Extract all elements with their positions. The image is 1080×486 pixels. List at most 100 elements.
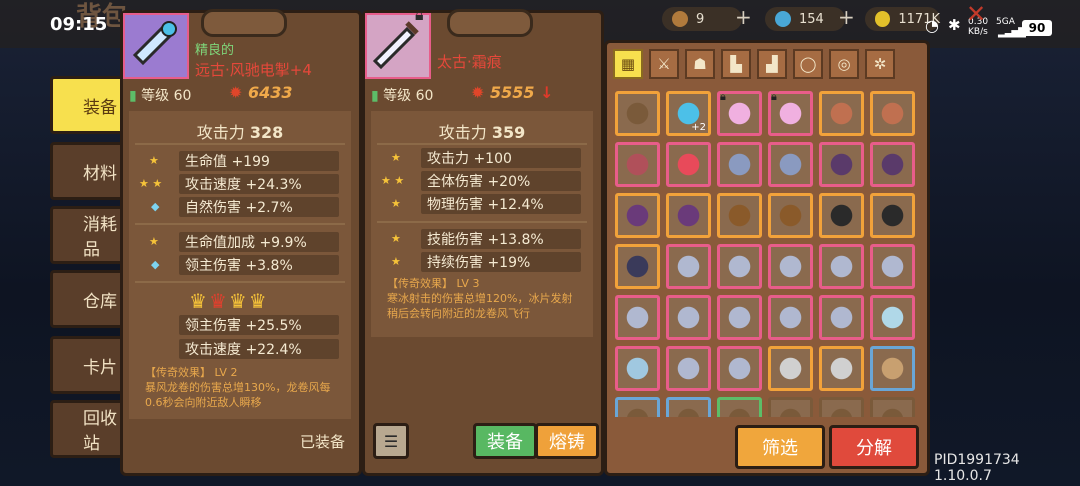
inventory-slot[interactable] <box>870 397 915 417</box>
inventory-slot[interactable] <box>717 244 762 289</box>
inventory-slot[interactable] <box>615 193 660 238</box>
inventory-slot[interactable] <box>870 244 915 289</box>
inventory-slot[interactable] <box>819 295 864 340</box>
tab-materials[interactable]: 材料 <box>50 142 130 200</box>
tab-warehouse[interactable]: 仓库 <box>50 270 130 328</box>
tab-armor[interactable]: ▙ <box>721 49 751 79</box>
decompose-button[interactable]: 分解 <box>829 425 919 469</box>
list-icon: ☰ <box>383 431 399 451</box>
inventory-slot[interactable] <box>819 397 864 417</box>
compare-item-stats-panel: 攻击力 359 ★ 攻击力 +100 ★ ★ 全体伤害 +20% ★ 物理伤害 … <box>371 111 593 337</box>
tab-recycle[interactable]: 回收站 <box>50 400 130 458</box>
compare-item-level-label: 等级 60 <box>383 88 434 104</box>
filter-button[interactable]: 筛选 <box>735 425 825 469</box>
equipped-item-stats-panel: 攻击力 328 ★ 生命值 +199 ★ ★ 攻击速度 +24.3% ◆ 自然伤… <box>129 111 351 419</box>
inventory-slot[interactable]: +2 <box>666 91 711 136</box>
fire-icon: ✹ <box>229 83 243 102</box>
tab-necklace[interactable]: ◎ <box>829 49 859 79</box>
inventory-slot[interactable] <box>717 346 762 391</box>
equipped-item-power-value: 6433 <box>247 83 293 102</box>
inventory-slot[interactable] <box>717 295 762 340</box>
equipped-item-level: ▮ 等级 60 <box>129 85 191 105</box>
inventory-slot[interactable] <box>768 193 813 238</box>
inventory-slot[interactable] <box>615 91 660 136</box>
inventory-slot[interactable] <box>717 142 762 187</box>
bookmark-icon: ▮ <box>129 88 137 104</box>
inventory-slot[interactable] <box>819 244 864 289</box>
tab-sword[interactable]: ⚔ <box>649 49 679 79</box>
inventory-slot[interactable] <box>768 397 813 417</box>
inventory-slot[interactable] <box>666 346 711 391</box>
stat-row: 生命值加成 +9.9% <box>179 232 339 252</box>
equipped-status: 已装备 <box>299 433 345 451</box>
divider <box>135 223 345 225</box>
coin-icon <box>875 11 891 27</box>
inventory-slot[interactable]: 🔒︎ <box>717 91 762 136</box>
inventory-slot[interactable] <box>819 142 864 187</box>
inventory-panel: ▦ ⚔ ☗ ▙ ▟ ◯ ◎ ✲ +2 🔒︎ 🔒︎ 筛选 分解 <box>604 40 930 476</box>
compare-item-name: 太古·霜痕 <box>437 53 502 71</box>
close-icon[interactable]: ✕ <box>966 0 986 28</box>
stat-row: 攻击速度 +24.3% <box>179 174 339 194</box>
inventory-slot[interactable] <box>870 142 915 187</box>
inventory-slot[interactable] <box>768 244 813 289</box>
lock-icon: 🔒︎ <box>415 5 424 24</box>
legendary-effect-text: 寒冰射击的伤害总增120%，冰片发射稍后会转向附近的龙卷风飞行 <box>387 292 573 320</box>
inventory-slot[interactable] <box>666 193 711 238</box>
tab-ring[interactable]: ◯ <box>793 49 823 79</box>
inventory-slot[interactable] <box>615 244 660 289</box>
inventory-slot[interactable] <box>666 295 711 340</box>
inventory-slot[interactable] <box>615 397 660 417</box>
compare-item-main-stat: 攻击力 359 <box>371 119 593 143</box>
weapon-slot-sword-icon <box>201 9 287 37</box>
inventory-slot[interactable] <box>615 142 660 187</box>
tab-equipment[interactable]: 装备 <box>50 76 130 134</box>
compare-item-card: 🔒︎ 太古·霜痕 ▮ 等级 60 ✹ 5555 ↓ 攻击力 359 ★ 攻击力 … <box>362 5 604 476</box>
stat-row: 持续伤害 +19% <box>421 252 581 272</box>
tab-cards[interactable]: 卡片 <box>50 336 130 394</box>
tab-materials-label: 材料 <box>83 163 117 184</box>
inventory-slot[interactable] <box>615 346 660 391</box>
inventory-slot[interactable] <box>870 193 915 238</box>
inventory-slot[interactable] <box>615 295 660 340</box>
gear-icon: ✲ <box>873 55 887 73</box>
inventory-slot[interactable] <box>768 346 813 391</box>
tab-consumables[interactable]: 消耗品 <box>50 206 130 264</box>
stat-stars: ★ <box>149 154 159 167</box>
helmet-icon: ☗ <box>693 55 707 73</box>
add-gem-button[interactable]: + <box>838 5 855 29</box>
inventory-slot[interactable] <box>717 397 762 417</box>
forge-button[interactable]: 熔铸 <box>535 423 599 459</box>
inventory-slot[interactable] <box>819 193 864 238</box>
list-button[interactable]: ☰ <box>373 423 409 459</box>
inventory-slot[interactable] <box>870 295 915 340</box>
inventory-slot[interactable] <box>870 346 915 391</box>
inventory-slot[interactable] <box>717 193 762 238</box>
stat-row: 技能伤害 +13.8% <box>421 229 581 249</box>
equip-button[interactable]: 装备 <box>473 423 537 459</box>
inventory-slot[interactable] <box>819 346 864 391</box>
inventory-slot[interactable]: 🔒︎ <box>768 91 813 136</box>
inventory-slot[interactable] <box>666 142 711 187</box>
tab-helmet[interactable]: ☗ <box>685 49 715 79</box>
tab-grid[interactable]: ▦ <box>613 49 643 79</box>
inventory-slot[interactable] <box>666 244 711 289</box>
inventory-slot[interactable] <box>819 91 864 136</box>
tab-boots[interactable]: ▟ <box>757 49 787 79</box>
necklace-icon: ◎ <box>837 55 851 73</box>
inventory-slot[interactable] <box>870 91 915 136</box>
boots-icon: ▟ <box>766 55 778 73</box>
currency-gem: 154 <box>765 7 845 31</box>
equipped-item-card: 精良的 远古·风驰电掣+4 ▮ 等级 60 ✹ 6433 攻击力 328 ★ 生… <box>120 9 362 476</box>
tab-gear[interactable]: ✲ <box>865 49 895 79</box>
inventory-slot[interactable] <box>768 295 813 340</box>
tab-cards-label: 卡片 <box>83 357 117 378</box>
stat-row: 领主伤害 +3.8% <box>179 255 339 275</box>
inventory-slot[interactable] <box>666 397 711 417</box>
inventory-slot[interactable] <box>768 142 813 187</box>
currency-pouch-value: 9 <box>696 11 705 27</box>
stat-row: 自然伤害 +2.7% <box>179 197 339 217</box>
alarm-icon: ◔ <box>925 16 939 35</box>
add-pouch-button[interactable]: + <box>735 5 752 29</box>
pouch-icon <box>672 11 688 27</box>
